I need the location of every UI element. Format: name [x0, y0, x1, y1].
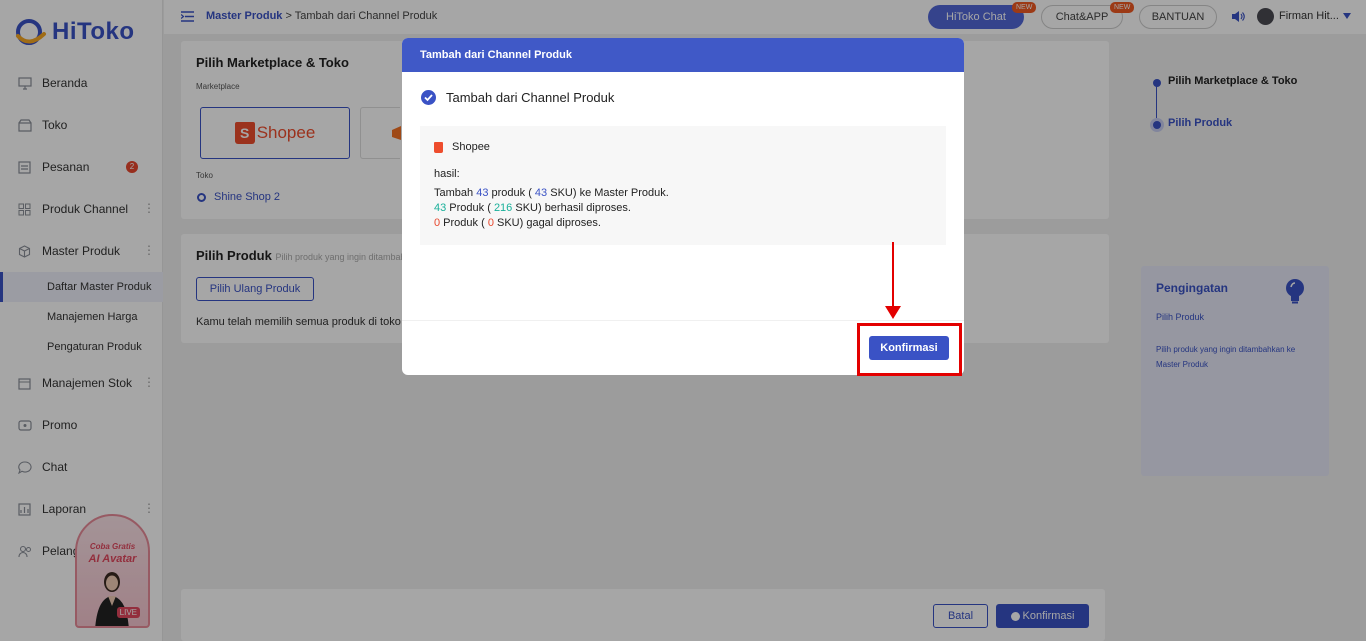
text: produk ( [488, 187, 535, 199]
added-sku-count: 43 [534, 187, 548, 199]
result-line-success: 43 Produk ( 216 SKU) berhasil diproses. [434, 202, 631, 214]
annotation-arrow-head [885, 306, 901, 319]
success-text: Tambah dari Channel Produk [446, 90, 615, 105]
success-row: Tambah dari Channel Produk [421, 90, 614, 105]
text: Tambah [434, 187, 477, 199]
success-sku-count: 216 [493, 202, 513, 214]
text: Produk ( [440, 217, 488, 229]
modal-title: Tambah dari Channel Produk [402, 38, 964, 72]
added-product-count: 43 [476, 187, 489, 199]
result-shop: Shopee [434, 141, 490, 153]
check-circle-icon [421, 90, 436, 105]
text: SKU) berhasil diproses. [512, 202, 631, 214]
success-product-count: 43 [434, 202, 447, 214]
text: SKU) gagal diproses. [493, 217, 601, 229]
text: SKU) ke Master Produk. [547, 187, 669, 199]
result-box: Shopee hasil: Tambah 43 produk ( 43 SKU)… [420, 126, 946, 245]
result-line-failed: 0 Produk ( 0 SKU) gagal diproses. [434, 217, 601, 229]
result-line-added: Tambah 43 produk ( 43 SKU) ke Master Pro… [434, 187, 669, 199]
result-label: hasil: [434, 168, 460, 180]
text: Produk ( [446, 202, 494, 214]
annotation-arrow-line [892, 242, 894, 308]
shopee-bag-icon [434, 141, 443, 153]
result-shop-name: Shopee [452, 141, 490, 153]
annotation-highlight-box [857, 323, 962, 376]
